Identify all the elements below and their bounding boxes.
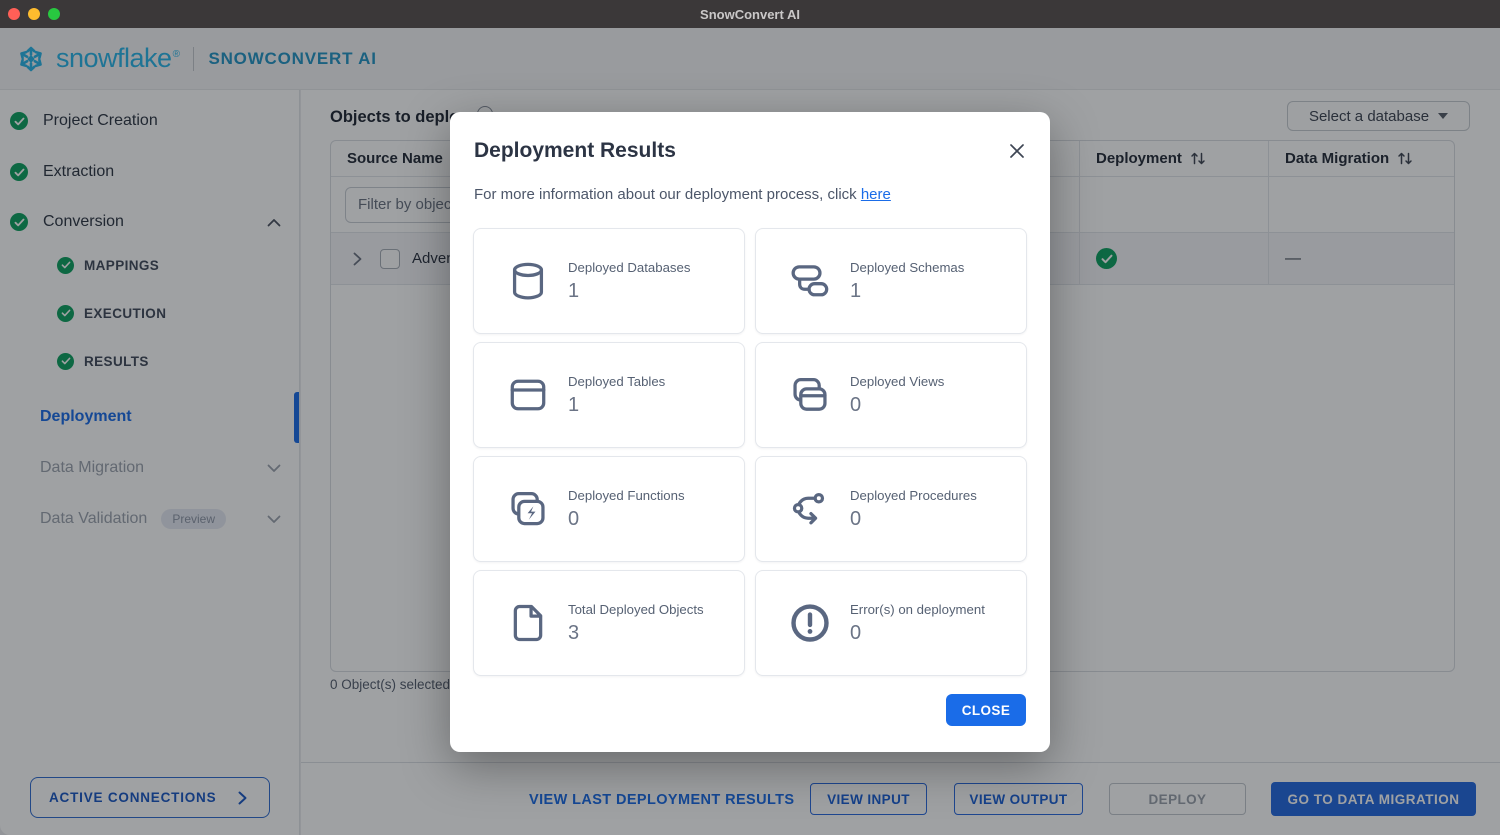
modal-subtitle: For more information about our deploymen… <box>474 186 891 203</box>
zoom-window-button[interactable] <box>48 8 60 20</box>
card-label: Deployed Functions <box>568 488 685 503</box>
card-value: 3 <box>568 622 704 645</box>
total-objects-icon <box>505 600 551 646</box>
deployed-views-card: Deployed Views 0 <box>755 342 1027 448</box>
deployment-results-modal: Deployment Results For more information … <box>450 112 1050 752</box>
schemas-icon <box>787 258 833 304</box>
card-label: Deployed Procedures <box>850 488 977 503</box>
minimize-window-button[interactable] <box>28 8 40 20</box>
window-title: SnowConvert AI <box>700 7 800 22</box>
errors-icon <box>787 600 833 646</box>
close-icon[interactable] <box>1008 142 1026 160</box>
modal-title: Deployment Results <box>474 139 676 163</box>
card-value: 0 <box>850 622 985 645</box>
card-label: Deployed Databases <box>568 260 690 275</box>
card-label: Deployed Tables <box>568 374 665 389</box>
views-icon <box>787 372 833 418</box>
window-controls <box>8 8 60 20</box>
tables-icon <box>505 372 551 418</box>
card-label: Deployed Views <box>850 374 944 389</box>
app-window: snowflake® SNOWCONVERT AI Project Creati… <box>0 28 1500 835</box>
card-label: Total Deployed Objects <box>568 602 704 617</box>
procedures-icon <box>787 486 833 532</box>
deployed-tables-card: Deployed Tables 1 <box>473 342 745 448</box>
functions-icon <box>505 486 551 532</box>
card-value: 0 <box>568 508 685 531</box>
results-cards-grid: Deployed Databases 1 Deployed Schemas 1 … <box>473 228 1027 676</box>
card-label: Error(s) on deployment <box>850 602 985 617</box>
deployment-docs-link[interactable]: here <box>861 186 891 203</box>
close-window-button[interactable] <box>8 8 20 20</box>
deployed-schemas-card: Deployed Schemas 1 <box>755 228 1027 334</box>
card-value: 1 <box>568 394 665 417</box>
errors-on-deployment-card: Error(s) on deployment 0 <box>755 570 1027 676</box>
card-label: Deployed Schemas <box>850 260 964 275</box>
modal-subtitle-text: For more information about our deploymen… <box>474 186 861 203</box>
card-value: 1 <box>568 280 690 303</box>
database-icon <box>505 258 551 304</box>
modal-close-button[interactable]: CLOSE <box>946 694 1026 726</box>
card-value: 1 <box>850 280 964 303</box>
total-deployed-objects-card: Total Deployed Objects 3 <box>473 570 745 676</box>
deployed-procedures-card: Deployed Procedures 0 <box>755 456 1027 562</box>
deployed-databases-card: Deployed Databases 1 <box>473 228 745 334</box>
deployed-functions-card: Deployed Functions 0 <box>473 456 745 562</box>
card-value: 0 <box>850 394 944 417</box>
window-titlebar: SnowConvert AI <box>0 0 1500 28</box>
card-value: 0 <box>850 508 977 531</box>
